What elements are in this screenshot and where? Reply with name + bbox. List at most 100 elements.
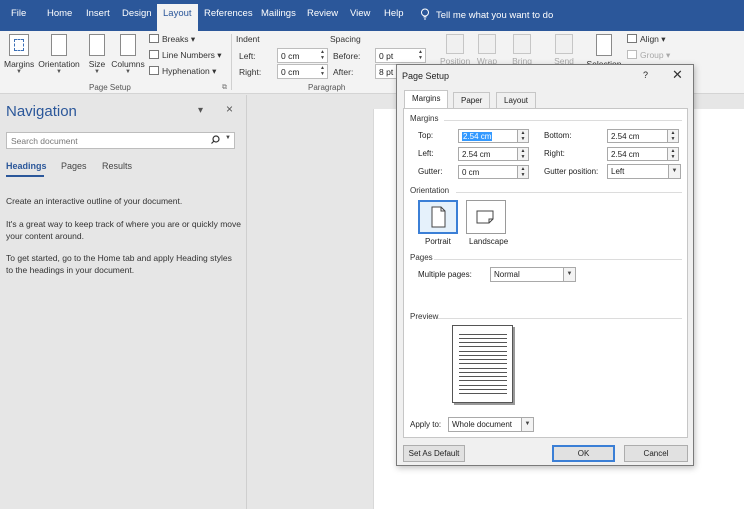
margins-button[interactable]: Margins ▼ (4, 34, 34, 76)
columns-label: Columns (111, 59, 145, 69)
right-margin-input[interactable]: 2.54 cm ▲ ▼ (607, 147, 679, 161)
cancel-button[interactable]: Cancel (624, 445, 688, 462)
send-backward-button[interactable]: Send (550, 34, 578, 66)
spinner-arrows-icon[interactable]: ▲▼ (320, 65, 325, 77)
set-as-default-button[interactable]: Set As Default (403, 445, 465, 462)
align-button[interactable]: Align ▾ (627, 34, 666, 45)
chevron-down-icon: ▼ (16, 69, 22, 75)
tab-headings[interactable]: Headings (6, 161, 47, 171)
chevron-down-icon[interactable]: ▼ (225, 135, 231, 141)
hyphenation-icon (149, 66, 159, 75)
gutter-value: 0 cm (462, 168, 480, 177)
spacing-after-value: 8 pt (379, 67, 394, 77)
indent-right-input[interactable]: 0 cm ▲ ▼ (277, 64, 328, 79)
left-margin-input[interactable]: 2.54 cm ▲ ▼ (458, 147, 529, 161)
indent-left-input[interactable]: 0 cm ▲ ▼ (277, 48, 328, 63)
gutter-input[interactable]: 0 cm ▲ ▼ (458, 165, 529, 179)
spinner-arrows-icon[interactable]: ▲▼ (517, 148, 528, 160)
size-label: Size (88, 59, 106, 69)
group-button[interactable]: Group ▾ (627, 50, 670, 61)
spinner-arrows-icon[interactable]: ▲▼ (418, 49, 423, 61)
chevron-down-icon[interactable]: ▼ (668, 165, 680, 178)
wrap-text-button[interactable]: Wrap (474, 34, 500, 66)
bring-forward-button[interactable]: Bring (508, 34, 536, 66)
close-icon[interactable]: × (226, 102, 233, 116)
position-button[interactable]: Position (440, 34, 470, 66)
search-input[interactable]: Search document ▼ (6, 132, 235, 149)
margins-label: Margins (4, 59, 35, 69)
search-icon[interactable] (211, 135, 220, 144)
tab-review[interactable]: Review (307, 8, 338, 19)
tab-file[interactable]: File (11, 8, 26, 19)
line-numbers-button[interactable]: Line Numbers ▾ (149, 50, 222, 61)
tab-mailings[interactable]: Mailings (261, 8, 296, 19)
line-numbers-label: Line Numbers (162, 50, 215, 60)
size-button[interactable]: Size ▼ (86, 34, 108, 76)
section-divider (434, 259, 682, 260)
spinner-arrows-icon[interactable]: ▲▼ (320, 49, 325, 61)
spacing-before-value: 0 pt (379, 51, 394, 61)
multiple-pages-value: Normal (494, 270, 520, 279)
chevron-down-icon[interactable]: ▼ (563, 268, 575, 281)
spinner-arrows-icon[interactable]: ▲▼ (667, 130, 678, 142)
columns-icon (120, 34, 136, 56)
portrait-option[interactable] (418, 200, 458, 234)
spinner-arrows-icon[interactable]: ▲▼ (517, 130, 528, 142)
gutter-label: Gutter: (418, 167, 443, 176)
margins-tab-panel: Margins Top: 2.54 cm ▲ ▼ Bottom: 2.54 cm ▲ ▼… (403, 108, 688, 438)
section-divider (456, 192, 682, 193)
ok-button[interactable]: OK (552, 445, 615, 462)
group-label: Group (640, 50, 664, 60)
apply-to-value: Whole document (452, 420, 513, 429)
tab-pages[interactable]: Pages (61, 161, 87, 171)
bottom-label: Bottom: (544, 131, 572, 140)
tab-home[interactable]: Home (47, 8, 72, 19)
spacing-heading: Spacing (330, 34, 361, 44)
breaks-button[interactable]: Breaks ▾ (149, 34, 195, 45)
apply-to-select[interactable]: Whole document ▼ (448, 417, 534, 432)
nav-help-text: It's a great way to keep track of where … (6, 219, 242, 241)
right-label: Right: (544, 149, 565, 158)
ribbon-tab-bar: File Home Insert Design Layout Reference… (0, 0, 744, 31)
spinner-arrows-icon[interactable]: ▲▼ (667, 148, 678, 160)
tab-results[interactable]: Results (102, 161, 132, 171)
help-icon[interactable]: ? (643, 70, 648, 80)
margins-section-title: Margins (410, 114, 439, 123)
bottom-margin-input[interactable]: 2.54 cm ▲ ▼ (607, 129, 679, 143)
tab-margins[interactable]: Margins (404, 90, 449, 109)
pane-options-icon[interactable]: ▾ (198, 105, 203, 116)
hyphenation-button[interactable]: Hyphenation ▾ (149, 66, 216, 77)
tab-paper[interactable]: Paper (453, 92, 491, 108)
top-label: Top: (418, 131, 434, 140)
tab-design[interactable]: Design (122, 8, 152, 19)
tab-help[interactable]: Help (384, 8, 404, 19)
spacing-before-input[interactable]: 0 pt ▲ ▼ (375, 48, 426, 63)
multiple-pages-select[interactable]: Normal ▼ (490, 267, 576, 282)
landscape-icon (476, 210, 494, 224)
tab-layout[interactable]: Layout (157, 4, 198, 31)
chevron-down-icon[interactable]: ▼ (521, 418, 533, 431)
spinner-arrows-icon[interactable]: ▲▼ (517, 166, 528, 178)
tell-me-box[interactable]: Tell me what you want to do (420, 8, 553, 21)
gutter-position-select[interactable]: Left ▼ (607, 164, 681, 179)
dialog-title: Page Setup (402, 71, 450, 81)
close-icon[interactable]: ✕ (672, 67, 683, 83)
columns-button[interactable]: Columns ▼ (111, 34, 145, 76)
breaks-icon (149, 34, 159, 43)
bring-forward-icon (513, 34, 531, 54)
landscape-option[interactable] (466, 200, 506, 234)
pages-section-title: Pages (410, 253, 433, 262)
tab-insert[interactable]: Insert (86, 8, 110, 19)
tab-view[interactable]: View (350, 8, 370, 19)
tab-layout[interactable]: Layout (496, 92, 537, 108)
section-divider (444, 120, 682, 121)
indent-heading: Indent (236, 34, 260, 44)
group-icon (627, 50, 637, 59)
tab-references[interactable]: References (204, 8, 253, 19)
dialog-launcher-icon[interactable]: ⧉ (222, 84, 227, 92)
orientation-button[interactable]: Orientation ▼ (37, 34, 81, 76)
top-margin-input[interactable]: 2.54 cm ▲ ▼ (458, 129, 529, 143)
ribbon-divider (231, 34, 232, 90)
preview-section-title: Preview (410, 312, 439, 321)
page-setup-dialog: Page Setup ? ✕ Margins Paper Layout Marg… (396, 64, 694, 466)
